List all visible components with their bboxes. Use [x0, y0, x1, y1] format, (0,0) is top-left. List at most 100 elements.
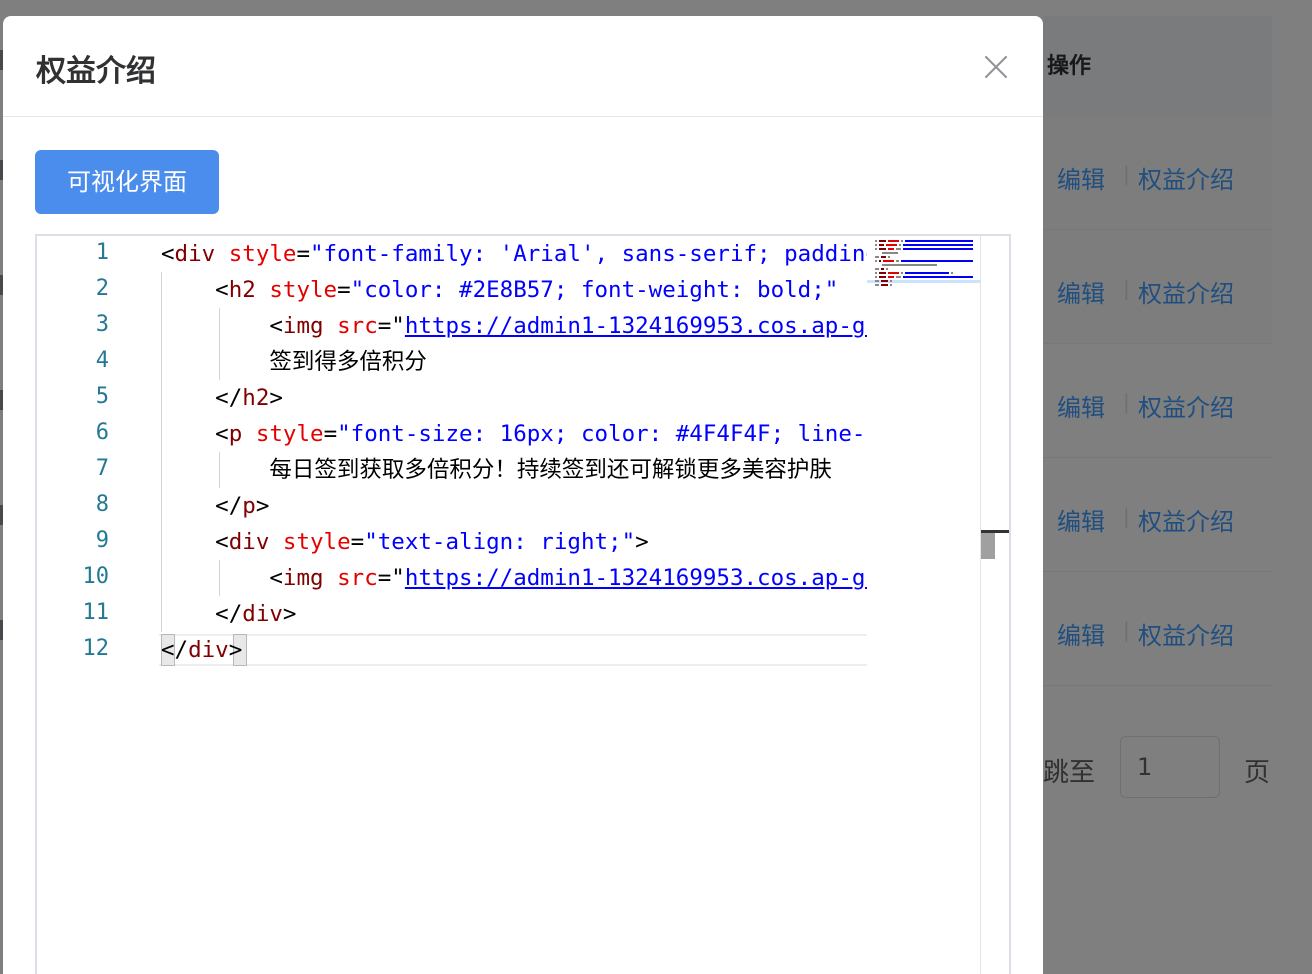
code-token: > [635, 529, 649, 555]
minimap-token [882, 264, 938, 266]
line-number: 10 [82, 564, 110, 589]
minimap-token [881, 256, 886, 258]
line-number: 12 [82, 636, 110, 661]
line-number: 8 [95, 492, 109, 517]
minimap-token [887, 256, 890, 258]
line-number: 7 [95, 456, 109, 481]
minimap-token [887, 248, 895, 250]
minimap-token [879, 240, 886, 242]
code-token: </ [161, 637, 189, 663]
minimap-token [881, 284, 888, 286]
minimap-token [875, 240, 878, 242]
minimap-token [875, 284, 880, 286]
code-line: </p> [161, 488, 269, 524]
code-token: img [282, 313, 324, 339]
code-token: div [174, 241, 216, 267]
minimap-token [898, 244, 901, 246]
line-number: 11 [82, 600, 110, 625]
code-token: < [161, 241, 175, 267]
code-token: img [282, 565, 324, 591]
code-token: div [228, 529, 270, 555]
rights-intro-dialog: 权益介绍 可视化界面 <div style="font-family: 'Ari… [3, 16, 1043, 974]
code-token: < [161, 565, 283, 591]
close-icon[interactable] [979, 50, 1013, 84]
minimap-token [885, 244, 897, 246]
minimap-token [887, 276, 895, 278]
minimap-token [879, 276, 886, 278]
code-area[interactable]: <div style="font-family: 'Arial', sans-s… [37, 236, 867, 974]
minimap-token [881, 280, 888, 282]
minimap-token [882, 252, 898, 254]
code-token: < [161, 421, 229, 447]
minimap-token [905, 240, 973, 242]
minimap-token [875, 256, 880, 258]
code-token: "color: #2E8B57; font-weight: bold;" [350, 277, 839, 303]
line-number: 4 [95, 348, 109, 373]
line-number: 9 [95, 528, 109, 553]
editor-minimap[interactable] [867, 236, 981, 974]
code-token: > [228, 637, 243, 663]
code-token: </ [161, 385, 243, 411]
line-number: 3 [95, 312, 109, 337]
code-token: "font-size: 16px; color: #4F4F4F; line-h… [337, 421, 867, 447]
code-token: = [323, 421, 338, 447]
line-number: 2 [95, 276, 109, 301]
code-token: > [269, 385, 283, 411]
code-token: = [337, 277, 351, 303]
code-token: </ [161, 601, 243, 627]
code-token: style [255, 277, 338, 303]
code-token: =" [377, 313, 405, 339]
code-line: <div style="font-family: 'Arial', sans-s… [161, 236, 867, 272]
code-token: "text-align: right;" [364, 529, 636, 555]
minimap-token [879, 260, 882, 262]
dialog-title: 权益介绍 [36, 54, 156, 89]
code-token: src [323, 565, 378, 591]
html-code-editor[interactable]: <div style="font-family: 'Arial', sans-s… [35, 234, 1011, 974]
line-number: 6 [95, 420, 109, 445]
code-line: 签到得多倍积分 [161, 344, 427, 380]
minimap-token [879, 272, 886, 274]
code-line: </div> [161, 632, 242, 668]
line-number: 1 [95, 240, 109, 265]
minimap-token [885, 268, 888, 270]
code-token: div [242, 601, 283, 627]
code-line: <img src="https://admin1-1324169953.cos.… [161, 308, 867, 344]
minimap-token [900, 240, 903, 242]
dialog-header-divider [3, 116, 1043, 117]
code-line: <div style="text-align: right;"> [161, 524, 649, 560]
code-token: < [161, 277, 229, 303]
scrollbar-thumb[interactable] [981, 533, 995, 559]
minimap-token [887, 240, 899, 242]
minimap-token [951, 272, 954, 274]
minimap-token [887, 272, 899, 274]
code-token: h2 [242, 385, 270, 411]
code-line: </h2> [161, 380, 283, 416]
code-token: div [188, 637, 229, 663]
minimap-token [875, 244, 878, 246]
minimap-token [890, 284, 893, 286]
minimap-token [905, 272, 949, 274]
editor-scrollbar[interactable] [981, 236, 1009, 974]
code-token: p [242, 493, 256, 519]
code-line: <img src="https://admin1-1324169953.cos.… [161, 560, 867, 596]
code-token: h2 [228, 277, 256, 303]
code-token: https://admin1-1324169953.cos.ap-guangzh… [404, 565, 867, 591]
visual-editor-button[interactable]: 可视化界面 [35, 150, 219, 214]
minimap-token [902, 276, 973, 278]
code-token: style [242, 421, 324, 447]
code-line: <h2 style="color: #2E8B57; font-weight: … [161, 272, 838, 308]
minimap-token [875, 272, 878, 274]
code-token: > [282, 601, 297, 627]
minimap-token [881, 268, 884, 270]
code-line: </div> [161, 596, 296, 632]
code-token: = [350, 529, 365, 555]
code-token: < [161, 529, 229, 555]
minimap-token [879, 244, 884, 246]
minimap-token [875, 276, 878, 278]
minimap-token [902, 244, 973, 246]
code-token: < [161, 313, 283, 339]
minimap-token [883, 260, 895, 262]
code-token: </ [161, 493, 243, 519]
